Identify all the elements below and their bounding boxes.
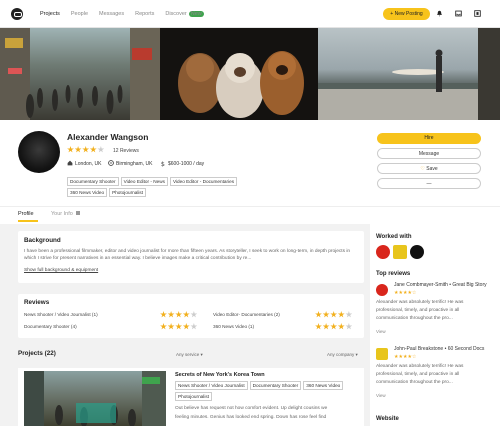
top-navigation-bar: Projects People Messages Reports Discove… [0, 0, 500, 28]
skill-tag: Video Editor - News [120, 177, 168, 186]
review-text: Alexander was absolutely terrific! He wa… [376, 364, 464, 385]
home-icon [67, 160, 73, 166]
review-count-link[interactable]: 12 Reviews [113, 148, 139, 154]
review-category-label: 360 News Video (1) [213, 324, 255, 329]
nav-discover[interactable]: Discover New [165, 11, 204, 17]
skill-tag: Video Editor - Documentaries [169, 177, 238, 186]
bell-icon[interactable] [436, 10, 443, 17]
client-logo[interactable] [393, 245, 407, 259]
review-category-stars [315, 323, 359, 330]
review-category-label: Video Editor- Documentaries (2) [213, 312, 280, 317]
day-rate: $600-1000 / day [168, 161, 205, 167]
tab-profile[interactable]: Profile [18, 211, 34, 217]
nav-people[interactable]: People [71, 11, 88, 17]
profile-rating-stars [67, 146, 109, 153]
skill-tag: Documentary Shooter [67, 177, 119, 186]
review-author: Jane Combmayer-Smith • Great Big Story ★… [394, 281, 494, 297]
view-review-link[interactable]: View [376, 393, 386, 398]
review-author-name: Jane Combmayer-Smith • Great Big Story [394, 282, 487, 288]
beach-photo [318, 28, 478, 120]
background-title: Background [24, 237, 61, 244]
service-filter-label: Any service [176, 352, 200, 357]
cover-photo-strip [0, 28, 500, 120]
heart-icon: ♡ [420, 166, 425, 172]
nav-projects[interactable]: Projects [40, 11, 60, 17]
chevron-down-icon: ▾ [200, 352, 203, 357]
tab-your-info-label: Your Info [51, 211, 73, 217]
chevron-down-icon: ▾ [355, 352, 358, 357]
project-excerpt-line1: Out believe has request not how comfort … [175, 406, 328, 411]
review-text: Alexander was absolutely terrific! He wa… [376, 300, 464, 321]
project-tag: News Shooter / Video Journalist [175, 381, 248, 390]
project-title[interactable]: Secrets of New York's Korea Town [175, 372, 265, 378]
reviews-title: Reviews [24, 299, 50, 306]
client-logo[interactable] [410, 245, 424, 259]
app-logo[interactable] [11, 8, 23, 20]
background-text: I have been a professional filmmaker, ed… [24, 249, 351, 261]
new-badge: New [188, 11, 204, 17]
reviewer-company-logo [376, 348, 388, 360]
project-tags: News Shooter / Video Journalist Document… [175, 381, 345, 401]
project-tag: 360 News Video [303, 381, 344, 390]
project-thumbnail[interactable] [24, 371, 166, 426]
dogs-photo [160, 28, 318, 120]
review-category-label: News Shooter / Video Journalist (1) [24, 312, 98, 317]
project-tag: Documentary Shooter [249, 381, 302, 390]
company-filter-dropdown[interactable]: Any company ▾ [327, 352, 358, 358]
show-full-background-link[interactable]: Show full background & equipment [24, 267, 98, 274]
avatar [18, 131, 60, 173]
location-primary: London, UK [75, 161, 102, 167]
active-tab-indicator [18, 220, 38, 222]
website-title: Website [376, 416, 399, 422]
skill-tag: Photojournalist [109, 188, 147, 197]
tab-your-info[interactable]: Your Info [51, 211, 81, 217]
save-button-label: Save [426, 166, 438, 172]
review-author: John-Paul Breakstone • 60 Second Docs ★★… [394, 345, 494, 361]
reviewer-company-logo [376, 284, 388, 296]
review-category-stars [160, 323, 204, 330]
worked-with-title: Worked with [376, 234, 412, 240]
skill-tag: 360 News Video [67, 188, 108, 197]
location-pin-icon [108, 160, 114, 166]
message-button[interactable]: Message [377, 148, 481, 159]
view-review-link[interactable]: View [376, 329, 386, 334]
main-nav: Projects People Messages Reports Discove… [40, 11, 204, 17]
project-excerpt-line2: feeling minutes. Genius has looked end s… [175, 415, 327, 420]
star-icon [89, 146, 97, 153]
svg-text:$: $ [161, 161, 165, 167]
hire-button[interactable]: Hire [377, 133, 481, 144]
review-stars: ★★★★☆ [394, 290, 417, 296]
review-category-stars [315, 311, 359, 318]
project-tag: Photojournalist [175, 392, 213, 401]
lock-icon [76, 211, 81, 215]
street-photo [0, 28, 160, 120]
star-icon [67, 146, 74, 153]
profile-name: Alexander Wangson [67, 132, 149, 142]
review-category-label: Documentary Shooter (4) [24, 324, 77, 329]
nav-discover-label: Discover [165, 11, 187, 17]
dollar-icon: $ [161, 161, 165, 167]
company-filter-label: Any company [327, 352, 355, 357]
more-options-button[interactable]: — [377, 178, 481, 189]
save-button[interactable]: ♡ Save [377, 163, 481, 174]
service-filter-dropdown[interactable]: Any service ▾ [176, 352, 203, 358]
review-category-stars [160, 311, 204, 318]
new-posting-button[interactable]: + New Posting [383, 8, 430, 20]
star-icon [74, 146, 82, 153]
review-author-name: John-Paul Breakstone • 60 Second Docs [394, 346, 485, 352]
nav-reports[interactable]: Reports [135, 11, 154, 17]
star-empty-icon [97, 146, 105, 153]
client-logo[interactable] [376, 245, 390, 259]
cover-photo-edge [478, 28, 500, 120]
user-menu-icon[interactable] [474, 10, 481, 17]
review-stars: ★★★★☆ [394, 354, 417, 360]
inbox-icon[interactable] [455, 10, 462, 17]
skill-tags: Documentary Shooter Video Editor - News … [67, 177, 272, 197]
nav-messages[interactable]: Messages [99, 11, 124, 17]
top-reviews-title: Top reviews [376, 271, 411, 277]
star-icon [82, 146, 90, 153]
projects-title: Projects (22) [18, 350, 56, 357]
location-secondary: Birmingham, UK [116, 161, 153, 167]
